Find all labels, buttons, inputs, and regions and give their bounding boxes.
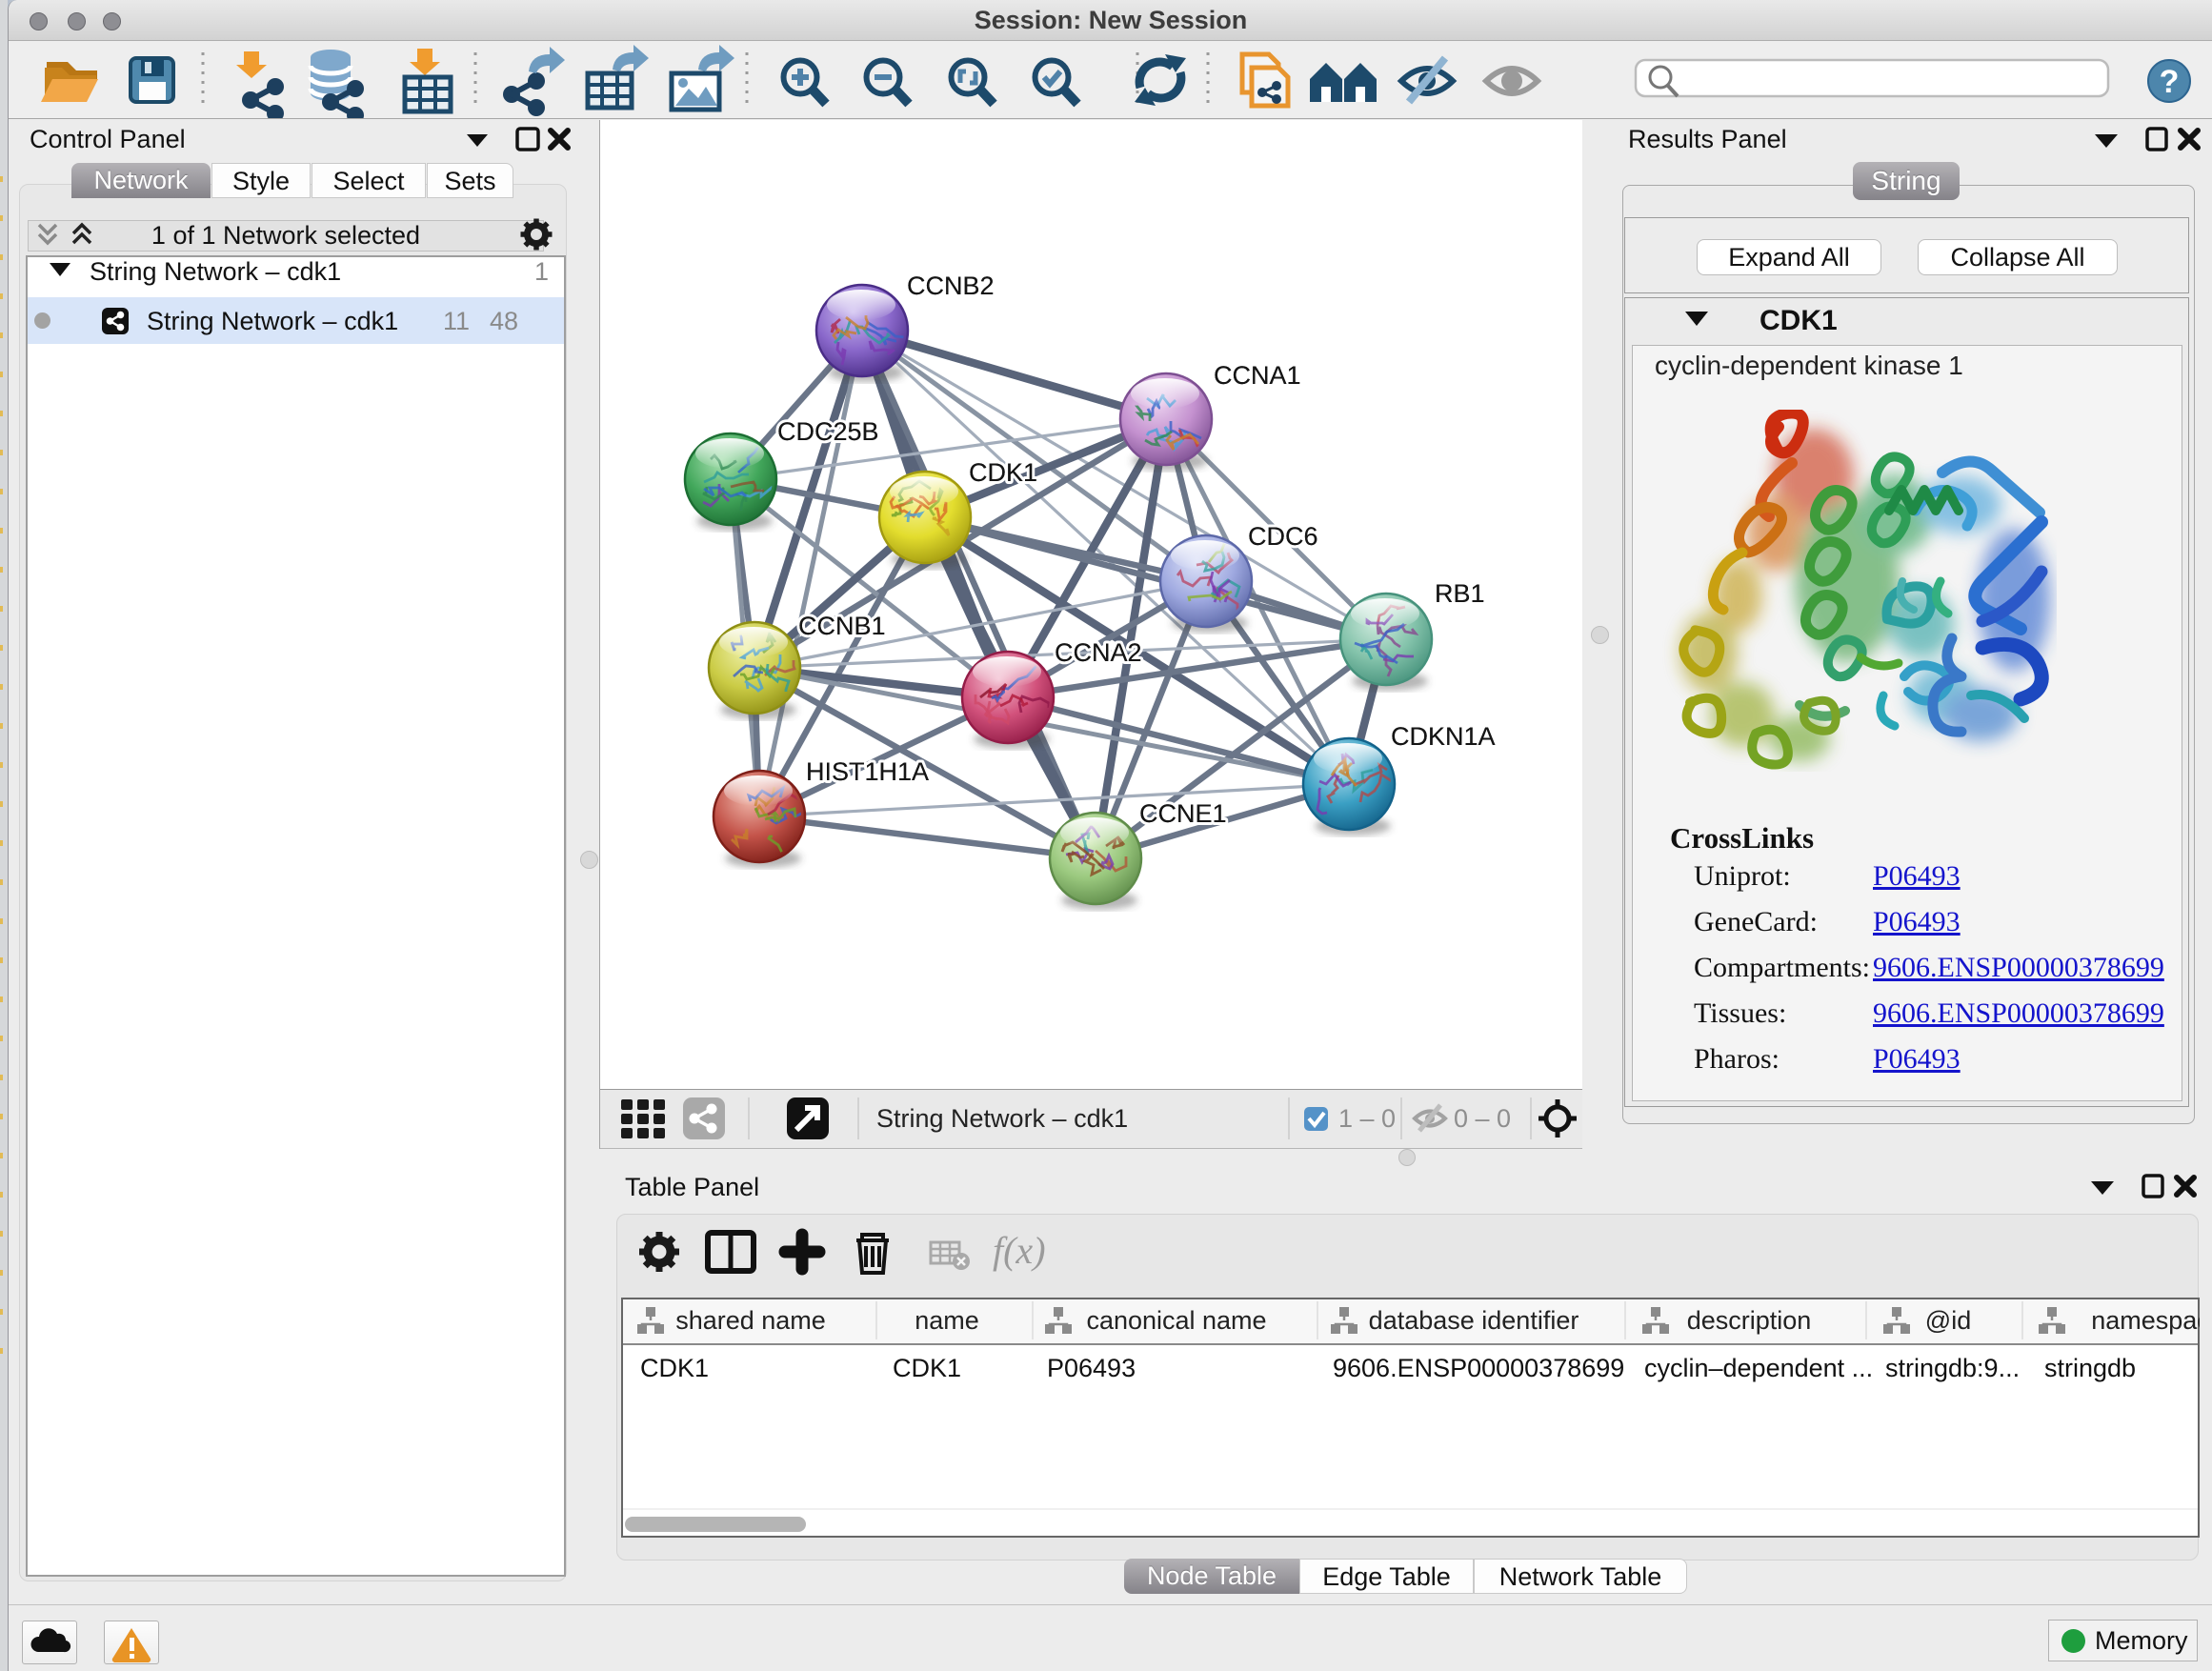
svg-text:P06493: P06493	[1047, 1354, 1136, 1382]
svg-text:shared name: shared name	[675, 1306, 826, 1335]
svg-text:1 – 0: 1 – 0	[1338, 1104, 1396, 1133]
svg-text:9606.ENSP00000378699: 9606.ENSP00000378699	[1333, 1354, 1624, 1382]
svg-text:@id: @id	[1925, 1306, 1971, 1335]
svg-text:CDC25B: CDC25B	[777, 417, 879, 446]
svg-text:0 – 0: 0 – 0	[1454, 1104, 1511, 1133]
svg-text:CCNA1: CCNA1	[1214, 361, 1301, 390]
svg-text:CCNE1: CCNE1	[1139, 799, 1227, 828]
svg-text:CCNB2: CCNB2	[907, 272, 995, 300]
svg-text:CDKN1A: CDKN1A	[1391, 722, 1496, 751]
svg-text:name: name	[915, 1306, 979, 1335]
svg-text:?: ?	[2160, 64, 2180, 100]
svg-text:CDK1: CDK1	[640, 1354, 709, 1382]
svg-text:CDK1: CDK1	[969, 458, 1037, 487]
svg-text:CCNA2: CCNA2	[1055, 638, 1142, 667]
svg-text:String Network – cdk1: String Network – cdk1	[876, 1104, 1128, 1133]
svg-text:f(x): f(x)	[993, 1229, 1046, 1272]
svg-text:CCNB1: CCNB1	[798, 612, 886, 640]
svg-text:stringdb:9...: stringdb:9...	[1885, 1354, 2020, 1382]
svg-text:CDK1: CDK1	[893, 1354, 961, 1382]
svg-text:HIST1H1A: HIST1H1A	[806, 757, 929, 786]
svg-text:CDC6: CDC6	[1248, 522, 1318, 551]
svg-text:canonical name: canonical name	[1086, 1306, 1266, 1335]
svg-text:stringdb: stringdb	[2044, 1354, 2136, 1382]
svg-text:database identifier: database identifier	[1369, 1306, 1579, 1335]
svg-text:cyclin–dependent ...: cyclin–dependent ...	[1644, 1354, 1873, 1382]
svg-text:namespace: namespace	[2091, 1306, 2200, 1335]
svg-text:description: description	[1687, 1306, 1812, 1335]
svg-text:RB1: RB1	[1435, 579, 1485, 608]
